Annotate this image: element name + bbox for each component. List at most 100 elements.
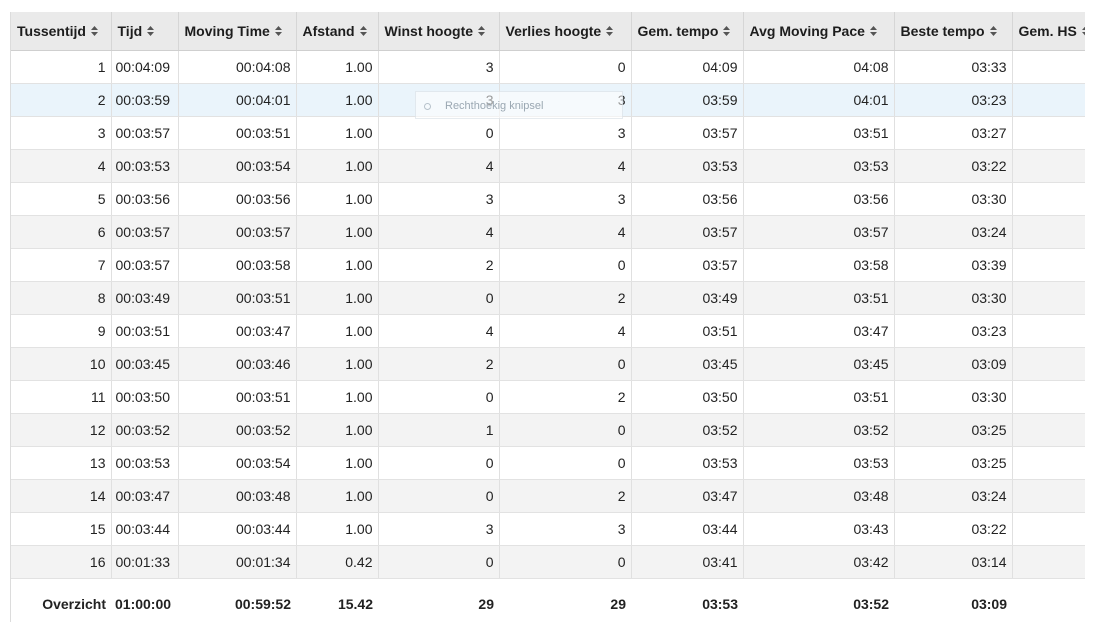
column-header-tijd[interactable]: Tijd — [111, 12, 179, 51]
cell-avg-moving-pace: 03:43 — [743, 512, 895, 546]
table-row[interactable]: 700:03:5700:03:581.002003:5703:5803:3914 — [11, 248, 1085, 282]
cell-winst-hoogte: 0 — [378, 116, 500, 150]
cell-tussentijd: 4 — [11, 149, 112, 183]
column-header-afstand[interactable]: Afstand — [296, 12, 379, 51]
column-header-moving-time[interactable]: Moving Time — [178, 12, 297, 51]
table-row[interactable]: 400:03:5300:03:541.004403:5303:5303:2213 — [11, 149, 1085, 183]
table-row[interactable]: 1600:01:3300:01:340.420003:4103:4203:141… — [11, 545, 1085, 579]
cell-avg-moving-pace: 03:45 — [743, 347, 895, 381]
column-header-label: Tijd — [117, 23, 143, 39]
cell-gem-tempo: 03:57 — [631, 248, 744, 282]
cell-winst-hoogte: 3 — [378, 50, 500, 84]
summary-cell-afstand: 15.42 — [296, 578, 378, 622]
sort-updown-icon[interactable] — [606, 26, 614, 38]
sort-updown-icon[interactable] — [147, 26, 155, 38]
sort-updown-icon[interactable] — [478, 26, 486, 38]
cell-avg-moving-pace: 03:58 — [743, 248, 895, 282]
table-row[interactable]: 1200:03:5200:03:521.001003:5203:5203:251… — [11, 413, 1085, 447]
cell-tussentijd: 9 — [11, 314, 112, 348]
cell-winst-hoogte: 0 — [378, 281, 500, 315]
table-row[interactable]: 1400:03:4700:03:481.000203:4703:4803:241… — [11, 479, 1085, 513]
table-row[interactable]: 800:03:4900:03:511.000203:4903:5103:3014 — [11, 281, 1085, 315]
cell-avg-moving-pace: 03:56 — [743, 182, 895, 216]
cell-beste-tempo: 03:30 — [894, 182, 1013, 216]
column-header-beste-tempo[interactable]: Beste tempo — [894, 12, 1013, 51]
cell-gem-hs: 13 — [1012, 83, 1085, 117]
table-row[interactable]: 1100:03:5000:03:511.000203:5003:5103:301… — [11, 380, 1085, 414]
cell-afstand: 1.00 — [296, 50, 379, 84]
cell-verlies-hoogte: 2 — [499, 380, 632, 414]
column-header-label: Verlies hoogte — [505, 23, 602, 39]
cell-beste-tempo: 03:24 — [894, 215, 1013, 249]
cell-gem-tempo: 03:51 — [631, 314, 744, 348]
cell-beste-tempo: 03:24 — [894, 479, 1013, 513]
cell-avg-moving-pace: 03:51 — [743, 380, 895, 414]
table-row[interactable]: 1000:03:4500:03:461.002003:4503:4503:091… — [11, 347, 1085, 381]
cell-afstand: 1.00 — [296, 83, 379, 117]
cell-verlies-hoogte: 3 — [499, 182, 632, 216]
table-row[interactable]: 500:03:5600:03:561.003303:5603:5603:3013 — [11, 182, 1085, 216]
cell-moving-time: 00:03:47 — [178, 314, 297, 348]
cell-tussentijd: 10 — [11, 347, 112, 381]
table-body: 100:04:0900:04:081.003004:0904:0803:3312… — [11, 50, 1085, 579]
cell-tussentijd: 15 — [11, 512, 112, 546]
cell-tussentijd: 6 — [11, 215, 112, 249]
sort-updown-icon[interactable] — [90, 26, 98, 38]
cell-afstand: 1.00 — [296, 380, 379, 414]
cell-afstand: 1.00 — [296, 413, 379, 447]
column-header-label: Beste tempo — [900, 23, 985, 39]
cell-gem-tempo: 03:59 — [631, 83, 744, 117]
cell-avg-moving-pace: 03:51 — [743, 116, 895, 150]
sort-updown-icon[interactable] — [723, 26, 731, 38]
cell-gem-tempo: 03:53 — [631, 149, 744, 183]
column-header-tussentijd[interactable]: Tussentijd — [11, 12, 112, 51]
table-header-row: Tussentijd Tijd Moving Time Afstand Winst ho… — [11, 12, 1085, 51]
cell-avg-moving-pace: 03:53 — [743, 149, 895, 183]
cell-gem-tempo: 03:52 — [631, 413, 744, 447]
column-header-winst-hoogte[interactable]: Winst hoogte — [378, 12, 500, 51]
table-row[interactable]: 1300:03:5300:03:541.000003:5303:5303:251… — [11, 446, 1085, 480]
table-row[interactable]: 200:03:5900:04:011.003303:5904:0103:2313 — [11, 83, 1085, 117]
sort-updown-icon[interactable] — [1081, 26, 1085, 38]
cell-winst-hoogte: 2 — [378, 248, 500, 282]
column-header-gem-hs[interactable]: Gem. HS — [1012, 12, 1085, 51]
cell-afstand: 1.00 — [296, 116, 379, 150]
sort-updown-icon[interactable] — [274, 26, 282, 38]
table-row[interactable]: 100:04:0900:04:081.003004:0904:0803:3312 — [11, 50, 1085, 84]
cell-verlies-hoogte: 3 — [499, 116, 632, 150]
cell-moving-time: 00:03:51 — [178, 281, 297, 315]
cell-winst-hoogte: 0 — [378, 446, 500, 480]
cell-tussentijd: 11 — [11, 380, 112, 414]
summary-cell-avg-moving-pace: 03:52 — [743, 578, 894, 622]
table-row[interactable]: 1500:03:4400:03:441.003303:4403:4303:221… — [11, 512, 1085, 546]
column-header-label: Tussentijd — [17, 23, 86, 39]
cell-verlies-hoogte: 3 — [499, 83, 632, 117]
summary-row: Overzicht 01:00:00 00:59:52 15.42 29 29 03:53 0… — [11, 578, 1085, 622]
cell-avg-moving-pace: 03:53 — [743, 446, 895, 480]
column-header-label: Gem. tempo — [637, 23, 719, 39]
cell-afstand: 1.00 — [296, 281, 379, 315]
cell-tijd: 00:01:33 — [111, 545, 179, 579]
column-header-gem-tempo[interactable]: Gem. tempo — [631, 12, 744, 51]
cell-avg-moving-pace: 03:51 — [743, 281, 895, 315]
cell-moving-time: 00:04:01 — [178, 83, 297, 117]
table-row[interactable]: 600:03:5700:03:571.004403:5703:5703:2413 — [11, 215, 1085, 249]
table-row[interactable]: 300:03:5700:03:511.000303:5703:5103:2713 — [11, 116, 1085, 150]
cell-tussentijd: 14 — [11, 479, 112, 513]
summary-label: Overzicht — [11, 578, 111, 622]
cell-gem-tempo: 03:47 — [631, 479, 744, 513]
sort-updown-icon[interactable] — [989, 26, 997, 38]
sort-updown-icon[interactable] — [359, 26, 367, 38]
cell-moving-time: 00:01:34 — [178, 545, 297, 579]
sort-updown-icon[interactable] — [869, 26, 877, 38]
splits-table-container[interactable]: Tussentijd Tijd Moving Time Afstand Winst ho… — [10, 12, 1085, 622]
table-row[interactable]: 900:03:5100:03:471.004403:5103:4703:2314 — [11, 314, 1085, 348]
cell-gem-hs: 15 — [1012, 479, 1085, 513]
cell-gem-tempo: 03:41 — [631, 545, 744, 579]
cell-moving-time: 00:03:51 — [178, 116, 297, 150]
column-header-avg-moving-pace[interactable]: Avg Moving Pace — [743, 12, 895, 51]
cell-gem-hs: 14 — [1012, 380, 1085, 414]
cell-gem-hs: 14 — [1012, 446, 1085, 480]
column-header-verlies-hoogte[interactable]: Verlies hoogte — [499, 12, 632, 51]
cell-afstand: 1.00 — [296, 512, 379, 546]
